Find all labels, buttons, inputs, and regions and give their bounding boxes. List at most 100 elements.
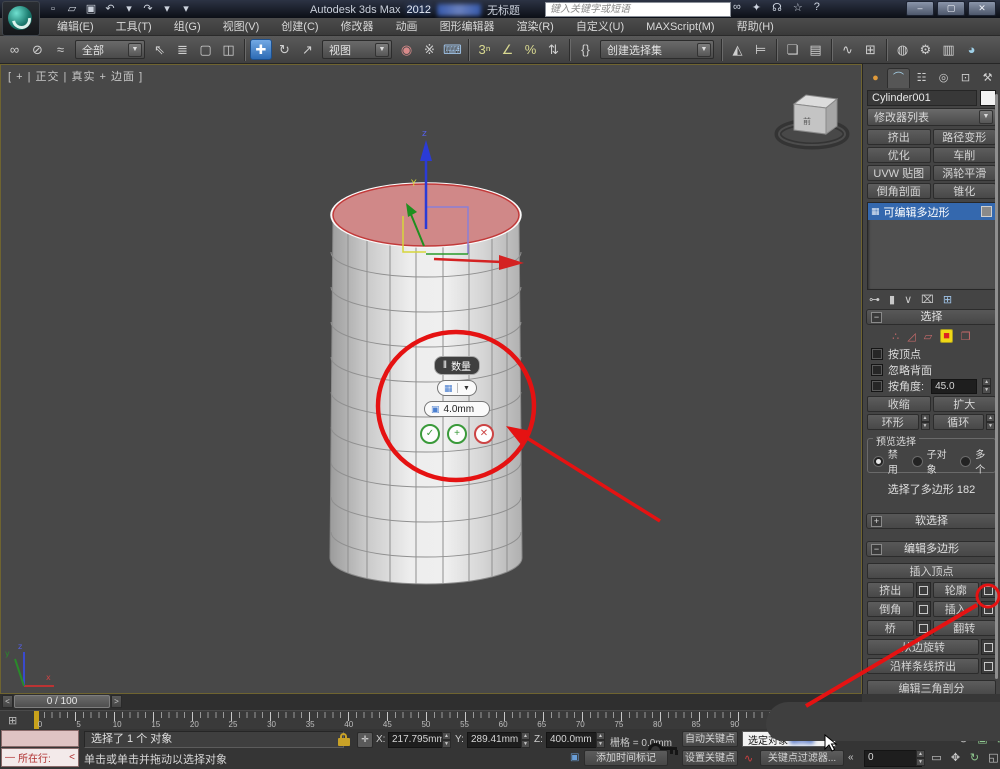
layer-manager-icon[interactable]: ❏ [782,39,803,60]
reference-coordinate-dropdown[interactable]: 视图▼ [322,40,392,59]
preview-multi-radio[interactable] [960,456,971,467]
modifier-preset-button[interactable]: 涡轮平滑 [933,165,997,181]
goto-start-icon[interactable]: « [848,752,854,763]
hinge-settings-button[interactable] [981,639,996,655]
z-spinner[interactable]: ▲▼ [596,732,605,748]
y-spinner[interactable]: ▲▼ [521,732,530,748]
pin-stack-icon[interactable]: ⊶ [869,293,880,306]
chevron-down-icon[interactable]: ▼ [375,43,389,57]
time-slider-handle[interactable]: 0 / 100 [14,695,110,708]
preview-subobject-radio[interactable] [912,456,923,467]
select-and-manipulate-icon[interactable]: ※ [419,39,440,60]
graphite-ribbon-icon[interactable]: ▤ [805,39,826,60]
border-mode-icon[interactable]: ▱ [924,330,932,343]
search-icon[interactable]: ∞ [733,1,741,14]
viewport-label[interactable]: [ + | 正交 | 真实 + 边面 ] [8,68,143,84]
caddy-amount-field[interactable]: ▣ 4.0mm [424,401,490,417]
hinge-from-edge-button[interactable]: 从边旋转 [867,639,979,655]
rollout-soft-selection[interactable]: + 软选择 [866,513,997,529]
object-color-swatch[interactable] [980,90,996,106]
show-end-result-icon[interactable]: ▮ [889,293,895,306]
render-setup-icon[interactable]: ⚙ [915,39,936,60]
modifier-preset-button[interactable]: 路径变形 [933,129,997,145]
material-editor-icon[interactable]: ◍ [892,39,913,60]
viewcube[interactable]: 前 [778,95,846,146]
window-crossing-icon[interactable]: ◫ [218,39,239,60]
key-filters-button[interactable]: 关键点过滤器... [760,750,844,766]
outline-button[interactable]: 轮廓 [933,582,980,598]
loop-spinner[interactable]: ▲▼ [986,414,995,430]
render-production-icon[interactable]: ◕ [961,39,982,60]
caddy-drag-handle-icon[interactable]: ‖ [443,360,447,371]
favorites-icon[interactable]: ☆ [793,1,803,14]
select-by-name-icon[interactable]: ≣ [172,39,193,60]
select-object-icon[interactable]: ⇖ [149,39,170,60]
by-vertex-checkbox[interactable] [871,348,883,360]
menu-item[interactable]: 图形编辑器 [429,18,506,36]
edge-mode-icon[interactable]: ◿ [907,330,915,343]
caddy-title[interactable]: ‖ 数量 [434,356,480,375]
extrude-settings-button[interactable] [916,582,931,598]
modifier-stack[interactable]: ▦ 可编辑多边形 [867,202,996,290]
angle-snap-icon[interactable]: ∠ [497,39,518,60]
menu-item[interactable]: 编辑(E) [46,18,105,36]
align-icon[interactable]: ⊨ [750,39,771,60]
y-coordinate-field[interactable]: 289.41mm [467,732,525,748]
communication-center-icon[interactable]: ☊ [772,1,782,14]
set-key-button[interactable]: 设置关键点 [682,750,738,766]
tab-modify[interactable]: ⌒ [887,68,910,88]
open-file-icon[interactable]: ▱ [65,2,79,15]
orbit-icon[interactable]: ↻ [968,751,981,764]
undo-dropdown-icon[interactable]: ▾ [122,2,136,15]
preview-disable-radio[interactable] [873,456,884,467]
modifier-preset-button[interactable]: 挤出 [867,129,931,145]
tab-utilities[interactable]: ⚒ [977,69,998,88]
outline-settings-button[interactable] [981,582,996,598]
menu-item[interactable]: 修改器 [330,18,385,36]
modifier-preset-button[interactable]: 车削 [933,147,997,163]
maximize-button[interactable]: ▢ [937,1,965,16]
by-angle-checkbox[interactable] [871,380,883,392]
loop-button[interactable]: 循环 [933,414,985,430]
tab-motion[interactable]: ◎ [933,69,954,88]
stack-item-editable-poly[interactable]: ▦ 可编辑多边形 [868,203,995,220]
caddy-group-dropdown[interactable]: ▦ ▼ [437,380,477,396]
menu-item[interactable]: 工具(T) [105,18,163,36]
maxscript-mini-listener[interactable] [1,730,79,747]
inset-button[interactable]: 插入 [933,601,980,617]
time-slider[interactable]: < 0 / 100 > [0,694,862,711]
rect-selection-region-icon[interactable]: ▢ [195,39,216,60]
pan-icon[interactable]: ✥ [949,751,962,764]
mini-curve-editor-icon[interactable]: ⊞ [8,714,17,727]
frame-spinner[interactable]: ▲▼ [916,750,925,766]
modifier-preset-button[interactable]: 优化 [867,147,931,163]
configure-modifier-sets-icon[interactable]: ⊞ [943,293,952,306]
ring-spinner[interactable]: ▲▼ [921,414,930,430]
mirror-icon[interactable]: ◭ [727,39,748,60]
help-icon[interactable]: ? [814,1,820,14]
spinner-snap-icon[interactable]: ⇅ [543,39,564,60]
insert-vertex-button[interactable]: 插入顶点 [867,563,996,579]
close-button[interactable]: ✕ [968,1,996,16]
extrude-along-spline-button[interactable]: 沿样条线挤出 [867,658,979,674]
object-name-field[interactable]: Cylinder001 [867,90,977,106]
zoom-region-icon[interactable]: ▭ [930,751,943,764]
use-pivot-center-icon[interactable]: ◉ [396,39,417,60]
menu-item[interactable]: 动画 [385,18,429,36]
x-spinner[interactable]: ▲▼ [442,732,451,748]
polygon-mode-icon[interactable]: ■ [940,329,953,343]
search-input[interactable]: 键入关键字或短语 [545,2,731,17]
current-frame-field[interactable]: 0 [864,750,922,767]
extrude-button[interactable]: 挤出 [867,582,914,598]
menu-item[interactable]: MAXScript(M) [635,18,725,36]
visibility-toggle-icon[interactable] [981,206,992,217]
bind-to-spacewarp-icon[interactable]: ≈ [50,39,71,60]
modifier-list-dropdown[interactable]: 修改器列表 ▼ [867,108,996,126]
redo-icon[interactable]: ↷ [141,2,155,15]
named-selection-sets-dropdown[interactable]: 创建选择集▼ [600,40,714,59]
flip-button[interactable]: 翻转 [933,620,997,636]
menu-item[interactable]: 渲染(R) [506,18,565,36]
selection-filter-dropdown[interactable]: 全部▼ [75,40,145,59]
redo-dropdown-icon[interactable]: ▾ [160,2,174,15]
panel-scrollbar[interactable] [995,94,998,679]
